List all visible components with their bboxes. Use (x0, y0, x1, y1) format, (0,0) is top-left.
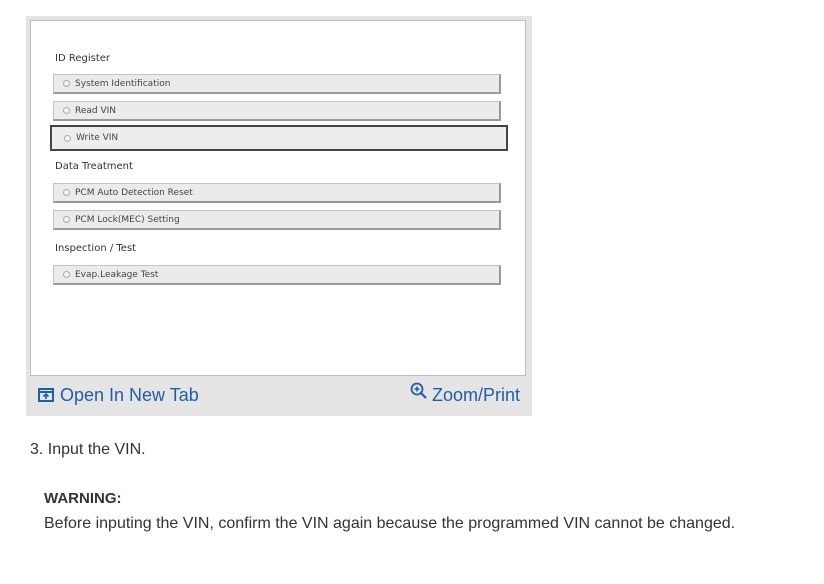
bullet-icon (63, 107, 70, 114)
diagnostic-screenshot: ID Register System Identification Read V… (30, 20, 526, 376)
open-in-new-tab-button[interactable]: Open In New Tab (38, 385, 199, 406)
open-in-new-tab-icon (38, 388, 54, 402)
bullet-icon (64, 134, 71, 142)
open-in-new-tab-label: Open In New Tab (60, 384, 199, 405)
zoom-in-icon (410, 382, 427, 399)
menu-item-label: Read VIN (75, 105, 117, 116)
menu-item-write-vin[interactable]: Write VIN (50, 125, 508, 151)
step-instruction: 3. Input the VIN. (30, 441, 146, 458)
menu-item-read-vin[interactable]: Read VIN (53, 101, 501, 121)
zoom-print-label: Zoom/Print (431, 384, 520, 405)
menu-item-pcm-auto-detection-reset[interactable]: PCM Auto Detection Reset (53, 183, 501, 203)
section-title-data-treatment: Data Treatment (55, 161, 133, 172)
figure-frame: ID Register System Identification Read V… (26, 16, 532, 416)
zoom-print-button[interactable]: Zoom/Print (410, 382, 520, 406)
figure-toolbar: Open In New Tab Zoom/Print (30, 378, 526, 412)
menu-item-label: Evap.Leakage Test (75, 269, 159, 280)
bullet-icon (63, 80, 70, 87)
menu-item-pcm-lock-setting[interactable]: PCM Lock(MEC) Setting (53, 210, 501, 230)
bullet-icon (63, 189, 70, 196)
section-title-id-register: ID Register (55, 53, 110, 64)
warning-body: Before inputing the VIN, confirm the VIN… (44, 515, 736, 532)
menu-item-system-identification[interactable]: System Identification (53, 74, 501, 94)
warning-title: WARNING: (44, 490, 122, 507)
menu-item-evap-leakage-test[interactable]: Evap.Leakage Test (53, 265, 501, 285)
menu-item-label: PCM Auto Detection Reset (75, 187, 193, 198)
bullet-icon (63, 216, 70, 223)
section-title-inspection-test: Inspection / Test (55, 243, 137, 254)
menu-item-label: System Identification (75, 78, 171, 89)
menu-item-label: Write VIN (76, 133, 119, 143)
bullet-icon (63, 271, 70, 278)
menu-item-label: PCM Lock(MEC) Setting (75, 214, 180, 225)
